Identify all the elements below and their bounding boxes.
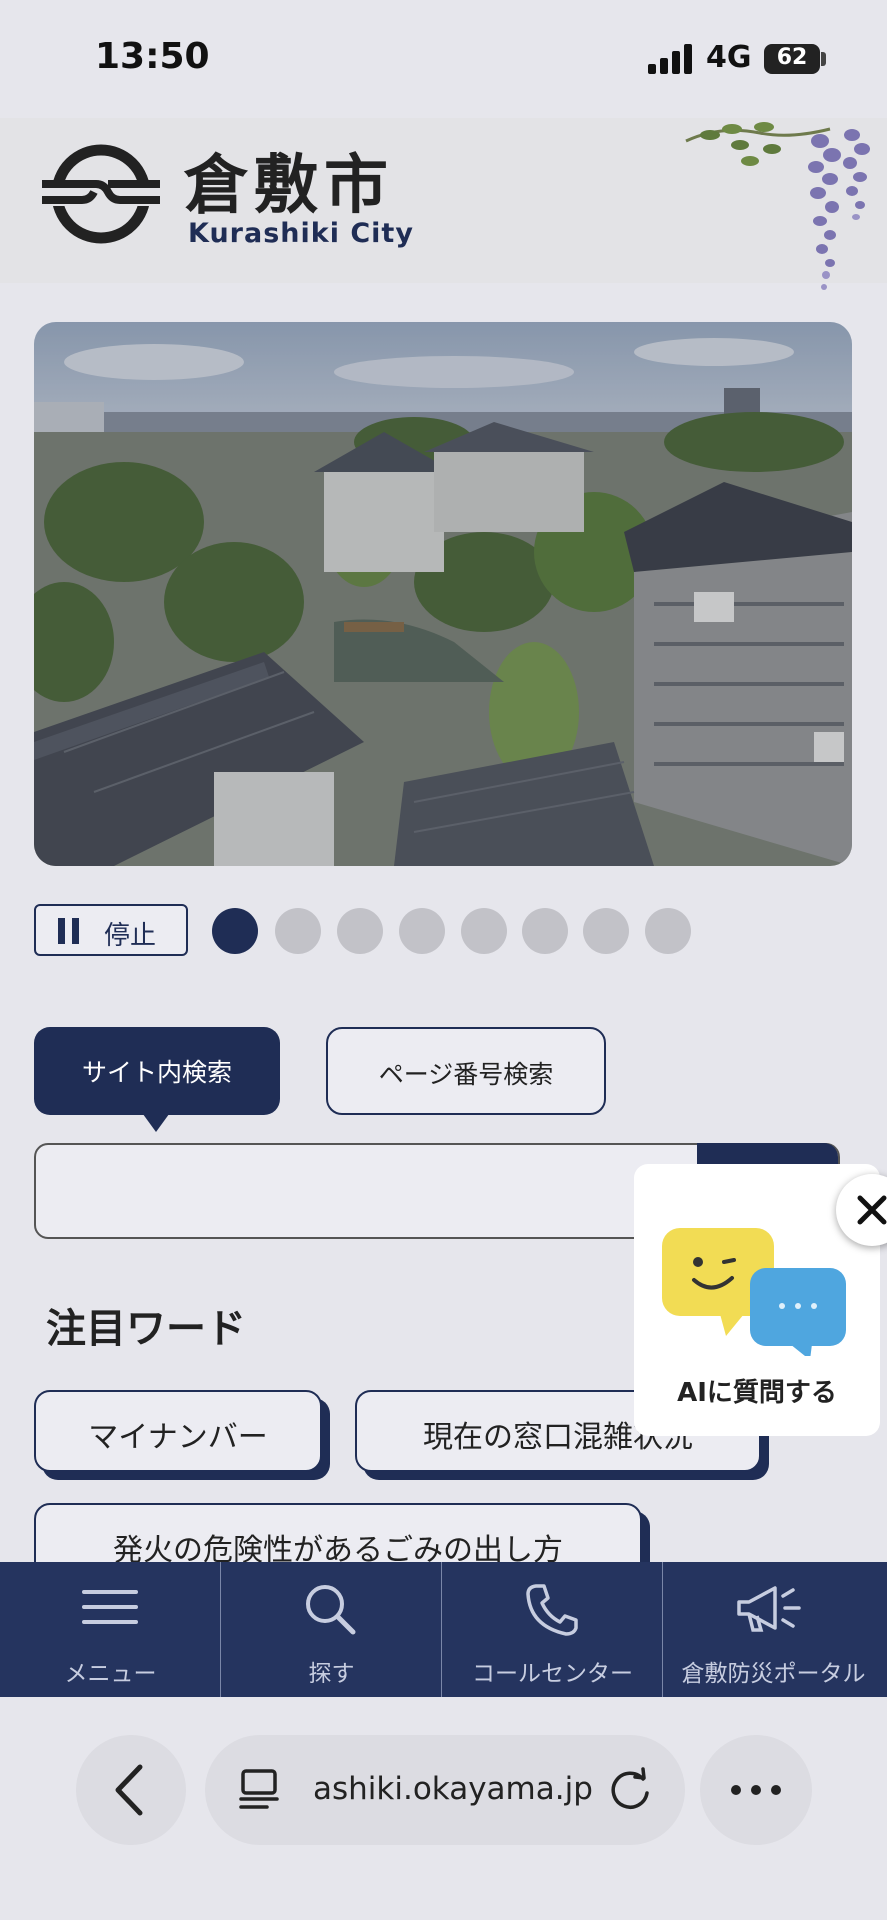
featured-chip-my-number[interactable]: マイナンバー <box>34 1390 322 1472</box>
slide-dot-6[interactable] <box>522 908 568 954</box>
more-dots-icon <box>731 1785 781 1795</box>
battery-level: 62 <box>776 45 808 70</box>
slide-dot-8[interactable] <box>645 908 691 954</box>
featured-words-title: 注目ワード <box>46 1306 246 1352</box>
battery-tip <box>821 52 826 66</box>
ai-assistant-label: AIに質問する <box>677 1378 837 1408</box>
slider-pause-button[interactable]: 停止 <box>34 904 188 956</box>
nav-call-center-label: コールセンター <box>472 1661 633 1687</box>
browser-address-bar[interactable]: ashiki.okayama.jp <box>205 1735 685 1845</box>
nav-menu[interactable]: メニュー <box>0 1562 221 1697</box>
carrier-label: 4G <box>706 40 752 75</box>
nav-menu-label: メニュー <box>64 1661 157 1687</box>
close-icon <box>857 1195 887 1225</box>
chip-label: マイナンバー <box>88 1420 268 1455</box>
nav-disaster-portal[interactable]: 倉敷防災ポータル <box>663 1562 884 1697</box>
city-emblem-icon[interactable] <box>38 144 164 244</box>
slide-dot-5[interactable] <box>461 908 507 954</box>
tab-page-number-search[interactable]: ページ番号検索 <box>326 1027 606 1115</box>
logo-text-en[interactable]: Kurashiki City <box>188 218 414 249</box>
status-time: 13:50 <box>95 36 210 77</box>
bottom-navigation: メニュー 探す コールセンター 倉敷防災ポータル <box>0 1562 887 1697</box>
slide-dot-2[interactable] <box>275 908 321 954</box>
nav-search-label: 探す <box>308 1661 355 1687</box>
chat-bubbles-icon <box>662 1228 846 1356</box>
pause-label: 停止 <box>104 921 157 951</box>
browser-more-button[interactable] <box>700 1735 812 1845</box>
megaphone-icon <box>737 1586 801 1632</box>
nav-search[interactable]: 探す <box>221 1562 442 1697</box>
slide-dot-1[interactable] <box>212 908 258 954</box>
status-bar: 13:50 4G 62 <box>0 0 887 118</box>
menu-icon <box>82 1590 138 1624</box>
chevron-left-icon <box>115 1764 143 1816</box>
tab-page-number-search-label: ページ番号検索 <box>378 1060 554 1089</box>
slide-dot-3[interactable] <box>337 908 383 954</box>
tab-site-search-label: サイト内検索 <box>81 1058 232 1087</box>
signal-icon <box>648 44 692 74</box>
tab-site-search[interactable]: サイト内検索 <box>34 1027 280 1115</box>
pause-icon <box>58 918 79 944</box>
wisteria-decoration-icon <box>685 122 870 290</box>
slide-dot-4[interactable] <box>399 908 445 954</box>
reload-icon[interactable] <box>607 1767 653 1813</box>
logo-text-jp[interactable]: 倉敷市 <box>184 134 394 226</box>
nav-call-center[interactable]: コールセンター <box>442 1562 663 1697</box>
search-icon <box>306 1585 356 1635</box>
kurashiki-townscape-image <box>34 322 852 866</box>
page-settings-icon <box>239 1769 279 1809</box>
browser-back-button[interactable] <box>76 1735 186 1845</box>
phone-icon <box>526 1584 578 1636</box>
nav-disaster-portal-label: 倉敷防災ポータル <box>681 1661 866 1687</box>
battery-icon: 62 <box>764 44 820 74</box>
hero-slide-image[interactable] <box>34 322 852 866</box>
active-tab-pointer <box>140 1110 172 1132</box>
chip-label: 発火の危険性があるごみの出し方 <box>113 1533 563 1568</box>
browser-url: ashiki.okayama.jp <box>313 1771 593 1807</box>
slide-dot-7[interactable] <box>583 908 629 954</box>
